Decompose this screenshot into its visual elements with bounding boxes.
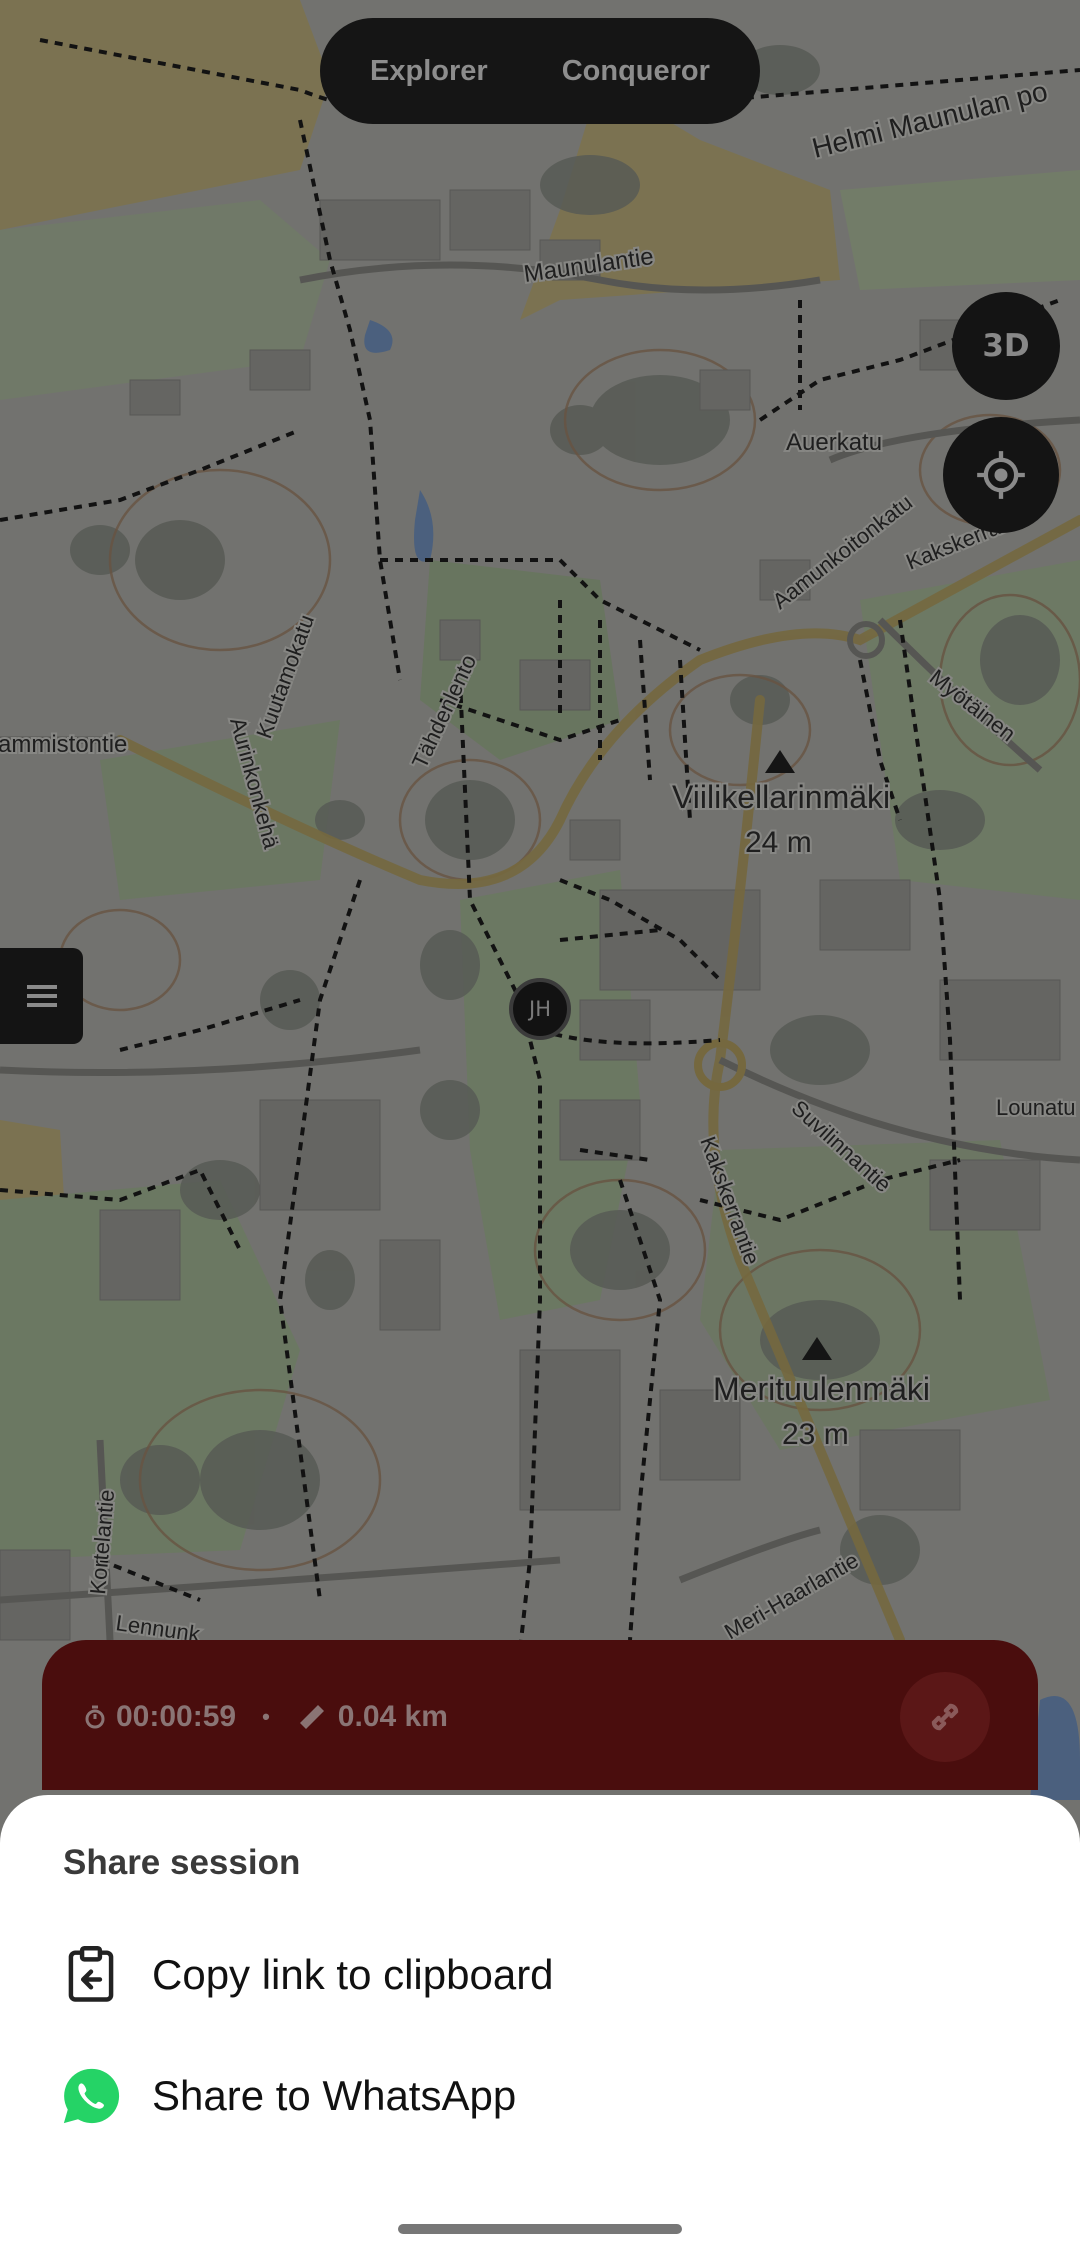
- link-icon: [931, 1703, 959, 1731]
- share-link-button[interactable]: [900, 1672, 990, 1762]
- clipboard-icon: [58, 1942, 124, 2008]
- stats-separator: •: [262, 1704, 270, 1729]
- mode-toggle: Explorer Conqueror: [320, 18, 760, 124]
- home-indicator[interactable]: [398, 2224, 682, 2234]
- 3d-toggle-button[interactable]: 3D: [952, 292, 1060, 400]
- crosshair-icon: [977, 451, 1025, 499]
- share-whatsapp-option[interactable]: Share to WhatsApp: [0, 2041, 1080, 2151]
- whatsapp-icon: [58, 2063, 124, 2129]
- elapsed-time: 00:00:59: [116, 1700, 237, 1733]
- side-menu-button[interactable]: [0, 948, 83, 1044]
- session-stats: 00:00:59 • 0.04 km: [84, 1700, 448, 1734]
- copy-link-label: Copy link to clipboard: [152, 1951, 554, 1998]
- sheet-title: Share session: [63, 1843, 301, 1882]
- explorer-mode-button[interactable]: Explorer: [370, 55, 488, 88]
- locate-me-button[interactable]: [943, 417, 1059, 533]
- distance-value: 0.04 km: [337, 1700, 448, 1733]
- ruler-icon: [299, 1705, 324, 1729]
- player-location-marker: JH: [509, 978, 571, 1040]
- stopwatch-icon: [85, 1705, 105, 1729]
- hamburger-icon: [26, 985, 57, 1007]
- copy-link-option[interactable]: Copy link to clipboard: [0, 1920, 1080, 2030]
- conqueror-mode-button[interactable]: Conqueror: [562, 55, 710, 88]
- share-whatsapp-label: Share to WhatsApp: [152, 2072, 517, 2119]
